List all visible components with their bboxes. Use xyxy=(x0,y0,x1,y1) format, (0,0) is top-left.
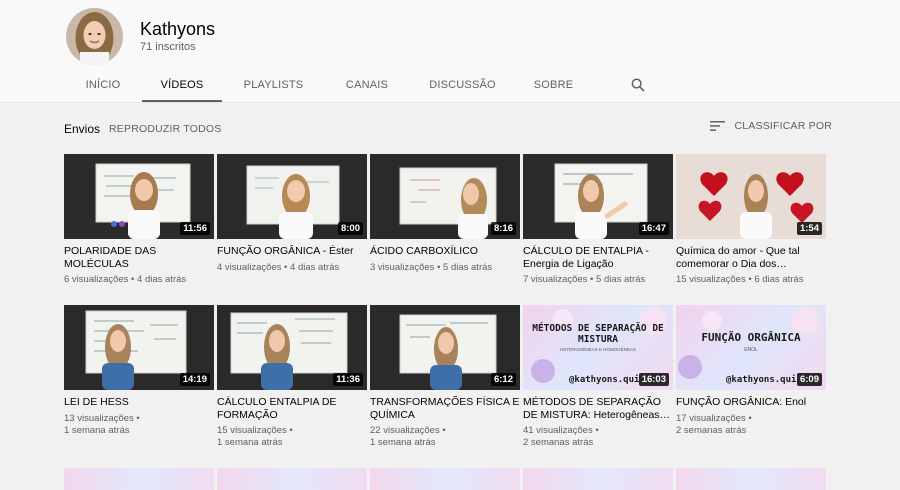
search-icon[interactable] xyxy=(623,68,653,102)
video-title[interactable]: LEI DE HESS xyxy=(64,396,214,409)
videos-section: Envios REPRODUZIR TODOS CLASSIFICAR POR xyxy=(0,103,900,490)
upload-age: 5 dias atrás xyxy=(596,274,646,285)
video-card[interactable]: FUNÇÃO ORGÂNICA ENOL @kathyons.qui 6:09 … xyxy=(676,305,826,437)
tab-channels[interactable]: CANAIS xyxy=(325,68,409,102)
video-card[interactable]: 16:47 CÁLCULO DE ENTALPIA - Energia de L… xyxy=(523,154,673,286)
upload-age: 1 semana atrás xyxy=(64,424,130,436)
view-count: 6 visualizações xyxy=(64,274,129,285)
upload-age: 5 dias atrás xyxy=(443,261,493,273)
tab-discussion[interactable]: DISCUSSÃO xyxy=(409,68,516,102)
video-thumbnail[interactable]: 14:19 xyxy=(64,305,214,390)
video-duration: 16:03 xyxy=(638,373,669,386)
upload-age: 2 semanas atrás xyxy=(676,424,747,436)
upload-age: 6 dias atrás xyxy=(754,274,804,285)
upload-age: 4 dias atrás xyxy=(137,274,187,285)
tab-playlists[interactable]: PLAYLISTS xyxy=(222,68,325,102)
video-title[interactable]: FUNÇÃO ORGÂNICA - Éster xyxy=(217,245,367,258)
thumbnail-heading: FUNÇÃO ORGÂNICA xyxy=(701,331,801,344)
view-count: 7 visualizações xyxy=(523,274,588,285)
video-card[interactable]: 14:19 LEI DE HESS 13 visualizações • 1 se… xyxy=(64,305,214,437)
video-card[interactable]: 11:36 CÁLCULO ENTALPIA DE FORMAÇÃO 15 vi… xyxy=(217,305,367,449)
tab-home[interactable]: INÍCIO xyxy=(64,68,142,102)
video-thumbnail[interactable]: 8:00 xyxy=(217,154,367,239)
video-card[interactable]: 8:00 FUNÇÃO ORGÂNICA - Éster 4 visualiza… xyxy=(217,154,367,274)
video-meta: 7 visualizações • 5 dias atrás xyxy=(523,274,646,285)
upload-age: 2 semanas atrás xyxy=(523,437,594,448)
avatar[interactable] xyxy=(66,8,123,65)
view-count: 4 visualizações xyxy=(217,261,282,273)
view-count: 3 visualizações xyxy=(370,261,435,273)
view-count: 15 visualizações xyxy=(676,274,746,285)
channel-header: Kathyons 71 inscritos INÍCIO VÍDEOS PLAY… xyxy=(0,0,900,103)
view-count: 15 visualizações xyxy=(217,425,287,436)
video-thumbnail-partial[interactable] xyxy=(64,468,214,490)
video-meta: 15 visualizações • 1 semana atrás xyxy=(217,425,293,448)
video-title[interactable]: TRANSFORMAÇÕES FÍSICA E QUÍMICA xyxy=(370,396,520,421)
video-duration: 6:09 xyxy=(796,373,822,386)
video-duration: 8:16 xyxy=(490,222,516,235)
section-title: Envios xyxy=(64,122,101,136)
video-thumbnail[interactable]: MÉTODOS DE SEPARAÇÃO DE MISTURA HETEROGÊ… xyxy=(523,305,673,390)
thumbnail-handle: @kathyons.qui xyxy=(569,375,640,385)
subscriber-count: 71 inscritos xyxy=(140,41,196,53)
video-thumbnail[interactable]: 11:56 xyxy=(64,154,214,239)
video-meta: 15 visualizações • 6 dias atrás xyxy=(676,274,804,285)
view-count: 41 visualizações xyxy=(523,425,593,436)
video-title[interactable]: MÉTODOS DE SEPARAÇÃO DE MISTURA: Heterog… xyxy=(523,396,673,421)
video-meta: 6 visualizações • 4 dias atrás xyxy=(64,274,187,285)
view-count: 13 visualizações xyxy=(64,412,134,424)
video-card[interactable]: 6:12 TRANSFORMAÇÕES FÍSICA E QUÍMICA 22 … xyxy=(370,305,520,449)
video-thumbnail-partial[interactable] xyxy=(676,468,826,490)
video-thumbnail-partial[interactable] xyxy=(523,468,673,490)
upload-age: 1 semana atrás xyxy=(370,437,436,448)
view-count: 17 visualizações xyxy=(676,412,746,424)
sort-by-button[interactable]: CLASSIFICAR POR xyxy=(710,120,832,132)
video-card[interactable]: 1:54 Química do amor - Que tal comemorar… xyxy=(676,154,826,286)
view-count: 22 visualizações xyxy=(370,425,440,436)
thumbnail-handle: @kathyons.qui xyxy=(726,375,797,385)
sort-label: CLASSIFICAR POR xyxy=(734,120,832,132)
video-thumbnail[interactable]: 16:47 xyxy=(523,154,673,239)
video-meta: 41 visualizações • 2 semanas atrás xyxy=(523,425,599,448)
play-all-button[interactable]: REPRODUZIR TODOS xyxy=(109,123,222,135)
video-duration: 16:47 xyxy=(638,222,669,235)
video-duration: 1:54 xyxy=(796,222,822,235)
video-title[interactable]: Química do amor - Que tal comemorar o Di… xyxy=(676,245,826,270)
tab-about[interactable]: SOBRE xyxy=(516,68,591,102)
upload-age: 1 semana atrás xyxy=(217,437,283,448)
video-thumbnail-partial[interactable] xyxy=(370,468,520,490)
video-duration: 11:36 xyxy=(333,373,363,386)
tab-videos[interactable]: VÍDEOS xyxy=(142,68,222,102)
video-meta: 4 visualizações • 4 dias atrás xyxy=(217,261,340,273)
video-duration: 6:12 xyxy=(490,373,516,386)
video-meta: 3 visualizações • 5 dias atrás xyxy=(370,261,493,273)
video-title[interactable]: CÁLCULO ENTALPIA DE FORMAÇÃO xyxy=(217,396,367,421)
video-thumbnail[interactable]: 1:54 xyxy=(676,154,826,239)
channel-name[interactable]: Kathyons xyxy=(140,19,215,40)
video-meta: 17 visualizações • 2 semanas atrás xyxy=(676,412,752,436)
channel-tabs: INÍCIO VÍDEOS PLAYLISTS CANAIS DISCUSSÃO… xyxy=(64,68,653,102)
video-card[interactable]: MÉTODOS DE SEPARAÇÃO DE MISTURA HETEROGÊ… xyxy=(523,305,673,449)
video-thumbnail[interactable]: 11:36 xyxy=(217,305,367,390)
video-meta: 22 visualizações • 1 semana atrás xyxy=(370,425,446,448)
thumbnail-heading: MÉTODOS DE SEPARAÇÃO DE MISTURA xyxy=(532,323,664,345)
video-thumbnail[interactable]: 6:12 xyxy=(370,305,520,390)
video-card[interactable]: 8:16 ÁCIDO CARBOXÍLICO 3 visualizações •… xyxy=(370,154,520,274)
thumbnail-subheading: HETEROGÊNEAS E HOMOGÊNEAS xyxy=(560,347,636,352)
video-card[interactable]: 11:56 POLARIDADE DAS MOLÉCULAS 6 visuali… xyxy=(64,154,214,286)
video-thumbnail-partial[interactable] xyxy=(217,468,367,490)
video-title[interactable]: CÁLCULO DE ENTALPIA - Energia de Ligação xyxy=(523,245,673,270)
video-meta: 13 visualizações • 1 semana atrás xyxy=(64,412,140,436)
video-title[interactable]: POLARIDADE DAS MOLÉCULAS xyxy=(64,245,214,270)
video-thumbnail[interactable]: FUNÇÃO ORGÂNICA ENOL @kathyons.qui 6:09 xyxy=(676,305,826,390)
video-duration: 11:56 xyxy=(180,222,210,235)
upload-age: 4 dias atrás xyxy=(290,261,340,273)
video-duration: 14:19 xyxy=(179,373,210,386)
video-thumbnail[interactable]: 8:16 xyxy=(370,154,520,239)
video-title[interactable]: FUNÇÃO ORGÂNICA: Enol xyxy=(676,396,826,409)
video-title[interactable]: ÁCIDO CARBOXÍLICO xyxy=(370,245,520,258)
sort-icon xyxy=(710,121,726,131)
video-duration: 8:00 xyxy=(337,222,363,235)
thumbnail-subheading: ENOL xyxy=(744,347,758,353)
